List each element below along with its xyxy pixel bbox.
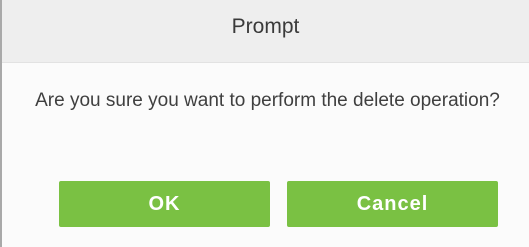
cancel-button[interactable]: Cancel — [287, 181, 498, 227]
ok-button[interactable]: OK — [59, 181, 270, 227]
dialog-title: Prompt — [231, 15, 300, 38]
dialog-body: Are you sure you want to perform the del… — [20, 88, 515, 114]
confirmation-message: Are you sure you want to perform the del… — [35, 90, 500, 111]
prompt-dialog: Prompt Are you sure you want to perform … — [0, 0, 529, 247]
dialog-header: Prompt — [2, 0, 529, 63]
